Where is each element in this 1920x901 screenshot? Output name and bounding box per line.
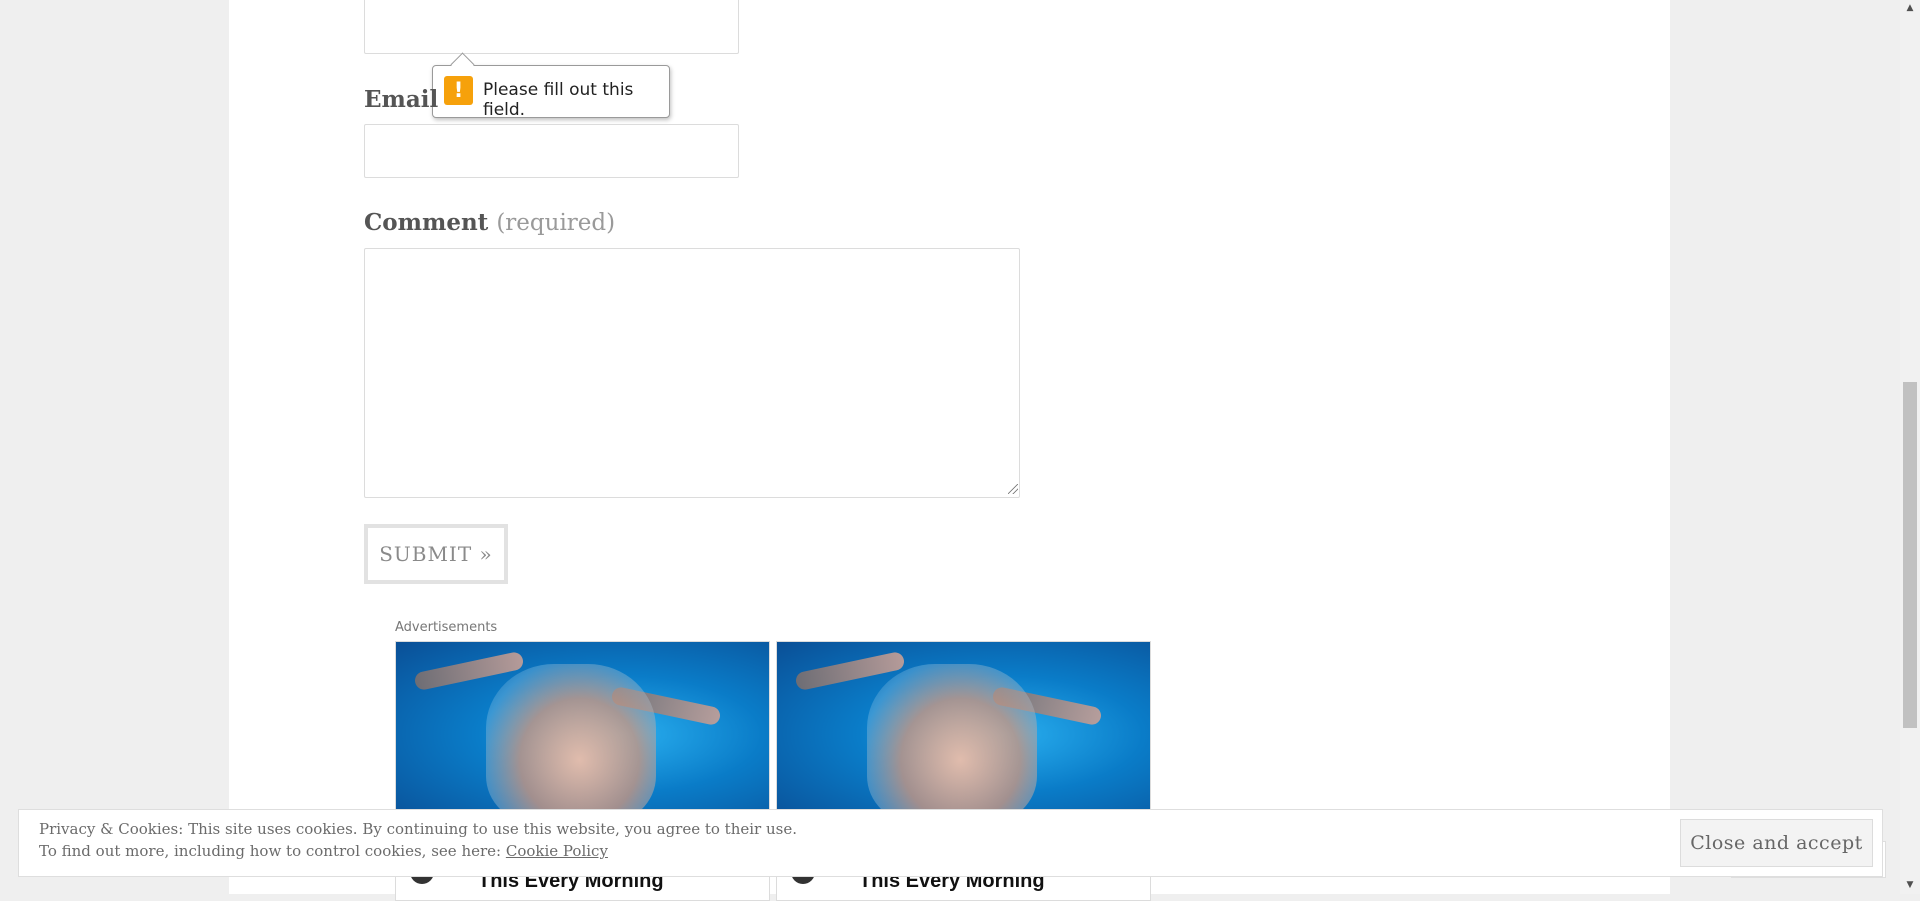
- scroll-down-icon[interactable]: ▼: [1900, 877, 1920, 894]
- email-input[interactable]: [364, 124, 739, 178]
- cookie-notice-prefix: To find out more, including how to contr…: [39, 842, 506, 860]
- ad-figure-body: [486, 664, 656, 810]
- advertisements-label: Advertisements: [395, 620, 498, 635]
- ad-figure-body: [867, 664, 1037, 810]
- ad-image[interactable]: [396, 642, 769, 810]
- cookie-banner: Privacy & Cookies: This site uses cookie…: [18, 809, 1883, 877]
- cookie-notice-text: Privacy & Cookies: This site uses cookie…: [39, 820, 797, 838]
- submit-button[interactable]: SUBMIT »: [364, 524, 508, 584]
- required-indicator: (required): [496, 210, 616, 236]
- email-label: Email: [364, 86, 438, 113]
- comment-label-text: Comment: [364, 209, 489, 236]
- ad-image[interactable]: [777, 642, 1150, 810]
- cookie-policy-link[interactable]: Cookie Policy: [506, 842, 608, 860]
- scroll-up-icon[interactable]: ▲: [1900, 0, 1920, 17]
- cookie-notice-more: To find out more, including how to contr…: [39, 842, 608, 860]
- validation-tooltip: ! Please fill out this field.: [432, 52, 670, 120]
- comment-textarea[interactable]: [364, 248, 1020, 498]
- scrollbar-thumb[interactable]: [1903, 382, 1917, 728]
- tooltip-message: Please fill out this field.: [483, 80, 634, 120]
- warning-icon: !: [444, 76, 473, 105]
- close-and-accept-button[interactable]: Close and accept: [1680, 819, 1873, 867]
- name-input[interactable]: [364, 0, 739, 54]
- comment-label: Comment (required): [364, 209, 615, 236]
- email-label-text: Email: [364, 86, 439, 113]
- resize-handle-icon[interactable]: [1008, 484, 1018, 494]
- vertical-scrollbar[interactable]: ▲ ▼: [1900, 0, 1920, 894]
